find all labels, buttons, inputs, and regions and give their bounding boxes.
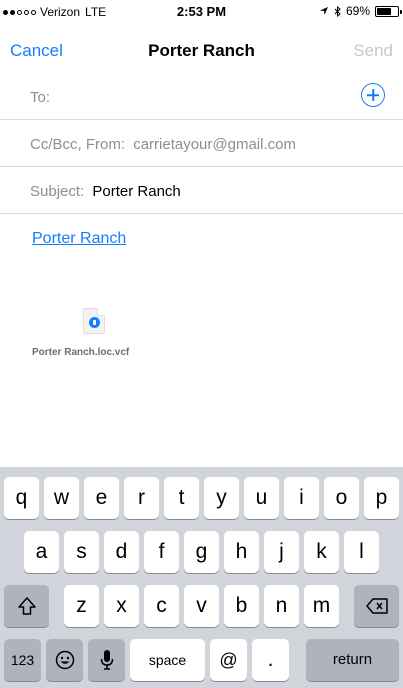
page-title: Porter Ranch bbox=[148, 41, 255, 60]
key-q[interactable]: q bbox=[4, 477, 39, 519]
attachment[interactable]: Porter Ranch.loc.vcf bbox=[0, 300, 403, 370]
attachment-file-name: Porter Ranch.loc.vcf bbox=[32, 347, 130, 358]
nav-bar: Cancel Porter Ranch Send bbox=[0, 22, 403, 66]
key-h[interactable]: h bbox=[224, 531, 259, 573]
key-n[interactable]: n bbox=[264, 585, 299, 627]
emoji-key[interactable] bbox=[46, 639, 83, 681]
key-v[interactable]: v bbox=[184, 585, 219, 627]
subject-label: Subject: bbox=[30, 183, 85, 200]
key-l[interactable]: l bbox=[344, 531, 379, 573]
space-key[interactable]: space bbox=[130, 639, 205, 681]
status-right: 69% bbox=[319, 4, 402, 18]
key-a[interactable]: a bbox=[24, 531, 59, 573]
key-j[interactable]: j bbox=[264, 531, 299, 573]
location-pin-icon bbox=[89, 317, 100, 328]
keyboard: q w e r t y u i o p a s d f g h j k l z … bbox=[0, 467, 403, 688]
period-key[interactable]: . bbox=[252, 639, 289, 681]
subject-value[interactable]: Porter Ranch bbox=[92, 183, 180, 200]
key-e[interactable]: e bbox=[84, 477, 119, 519]
subject-field[interactable]: Subject: Porter Ranch bbox=[0, 169, 403, 214]
body-link[interactable]: Porter Ranch bbox=[32, 230, 126, 248]
key-r[interactable]: r bbox=[124, 477, 159, 519]
bluetooth-icon bbox=[334, 5, 341, 17]
key-w[interactable]: w bbox=[44, 477, 79, 519]
emoji-icon bbox=[55, 650, 74, 670]
key-i[interactable]: i bbox=[284, 477, 319, 519]
location-arrow-icon bbox=[319, 7, 328, 15]
at-key[interactable]: @ bbox=[210, 639, 247, 681]
delete-icon bbox=[365, 598, 388, 614]
ccbcc-from-field[interactable]: Cc/Bcc, From: carrietayour@gmail.com bbox=[0, 122, 403, 167]
key-s[interactable]: s bbox=[64, 531, 99, 573]
file-icon bbox=[83, 308, 105, 334]
key-z[interactable]: z bbox=[64, 585, 99, 627]
ccbcc-from-label: Cc/Bcc, From: bbox=[30, 136, 126, 153]
key-g[interactable]: g bbox=[184, 531, 219, 573]
microphone-icon bbox=[100, 650, 113, 670]
numbers-key[interactable]: 123 bbox=[4, 639, 41, 681]
battery-icon bbox=[375, 5, 402, 17]
add-recipient-icon[interactable] bbox=[361, 83, 385, 107]
key-o[interactable]: o bbox=[324, 477, 359, 519]
key-d[interactable]: d bbox=[104, 531, 139, 573]
key-u[interactable]: u bbox=[244, 477, 279, 519]
to-label: To: bbox=[30, 89, 51, 106]
status-bar: Verizon LTE 2:53 PM 69% bbox=[0, 0, 403, 22]
key-y[interactable]: y bbox=[204, 477, 239, 519]
battery-percent: 69% bbox=[345, 4, 370, 18]
key-k[interactable]: k bbox=[304, 531, 339, 573]
return-key[interactable]: return bbox=[306, 639, 399, 681]
key-m[interactable]: m bbox=[304, 585, 339, 627]
dictation-key[interactable] bbox=[88, 639, 125, 681]
shift-icon bbox=[17, 597, 36, 615]
from-value[interactable]: carrietayour@gmail.com bbox=[133, 136, 296, 153]
key-p[interactable]: p bbox=[364, 477, 399, 519]
shift-key[interactable] bbox=[4, 585, 49, 627]
key-t[interactable]: t bbox=[164, 477, 199, 519]
to-field[interactable]: To: bbox=[0, 75, 403, 120]
key-b[interactable]: b bbox=[224, 585, 259, 627]
delete-key[interactable] bbox=[354, 585, 399, 627]
send-button[interactable]: Send bbox=[353, 41, 393, 61]
key-c[interactable]: c bbox=[144, 585, 179, 627]
key-f[interactable]: f bbox=[144, 531, 179, 573]
key-x[interactable]: x bbox=[104, 585, 139, 627]
